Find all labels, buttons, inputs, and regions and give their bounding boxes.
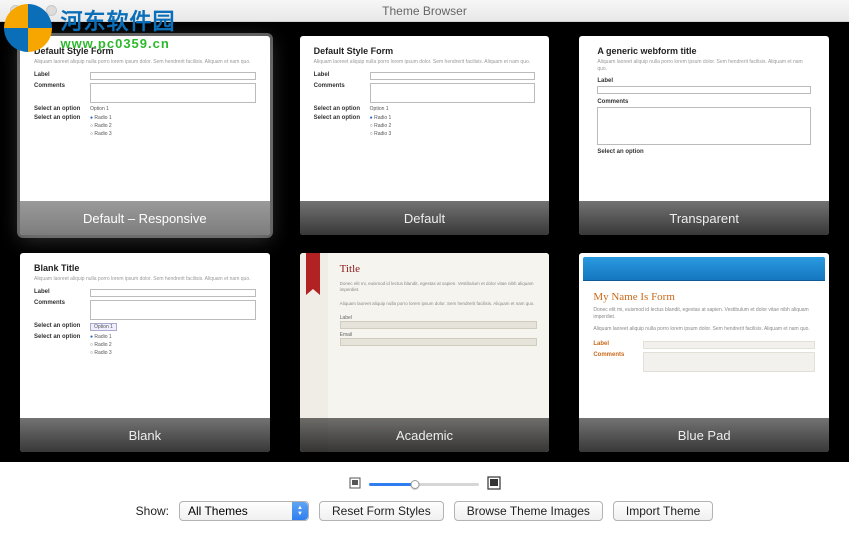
ribbon-icon: [306, 253, 320, 289]
reset-form-styles-button[interactable]: Reset Form Styles: [319, 501, 444, 521]
theme-card-transparent[interactable]: A generic webform title Aliquam laoreet …: [579, 36, 829, 235]
show-label: Show:: [136, 504, 169, 518]
preview-title: Title: [340, 263, 538, 275]
select-arrows-icon: ▲▼: [292, 502, 308, 520]
preview-title: A generic webform title: [597, 46, 811, 56]
filter-value: All Themes: [188, 504, 248, 518]
theme-card-academic[interactable]: Title Donec elit mi, euismod id lectus b…: [300, 253, 550, 452]
theme-card-blank[interactable]: Blank Title Aliquam laoreet aliquip null…: [20, 253, 270, 452]
theme-gallery: Default Style Form Aliquam laoreet aliqu…: [0, 22, 849, 462]
preview-title: My Name Is Form: [593, 291, 815, 303]
preview-lorem: Aliquam laoreet aliquip nulla porro lore…: [597, 59, 811, 72]
theme-label: Blank: [20, 418, 270, 452]
import-theme-button[interactable]: Import Theme: [613, 501, 713, 521]
theme-label: Academic: [300, 418, 550, 452]
preview-header: [583, 257, 825, 281]
preview-title: Default Style Form: [314, 46, 536, 56]
preview-title: Blank Title: [34, 263, 256, 273]
zoom-control: [349, 476, 501, 493]
preview-lorem: Aliquam laoreet aliquip nulla porro lore…: [34, 276, 256, 283]
controls-row: Show: All Themes ▲▼ Reset Form Styles Br…: [136, 501, 714, 521]
zoom-button[interactable]: [46, 5, 57, 16]
preview-title: Default Style Form: [34, 46, 256, 56]
minimize-button[interactable]: [28, 5, 39, 16]
filter-select[interactable]: All Themes ▲▼: [179, 501, 309, 521]
close-button[interactable]: [10, 5, 21, 16]
theme-label: Default – Responsive: [20, 201, 270, 235]
thumbnail-large-icon: [487, 476, 501, 493]
window-controls: [0, 5, 57, 16]
theme-card-blue-pad[interactable]: My Name Is Form Donec elit mi, euismod i…: [579, 253, 829, 452]
theme-card-default[interactable]: Default Style Form Aliquam laoreet aliqu…: [300, 36, 550, 235]
preview-lorem: Aliquam laoreet aliquip nulla porro lore…: [314, 59, 536, 66]
window-title: Theme Browser: [0, 4, 849, 18]
slider-thumb[interactable]: [410, 480, 419, 489]
titlebar: Theme Browser: [0, 0, 849, 22]
theme-label: Blue Pad: [579, 418, 829, 452]
preview-lorem: Aliquam laoreet aliquip nulla porro lore…: [34, 59, 256, 66]
browse-theme-images-button[interactable]: Browse Theme Images: [454, 501, 603, 521]
theme-card-default-responsive[interactable]: Default Style Form Aliquam laoreet aliqu…: [20, 36, 270, 235]
bottom-toolbar: Show: All Themes ▲▼ Reset Form Styles Br…: [0, 462, 849, 534]
thumbnail-small-icon: [349, 477, 361, 492]
theme-label: Transparent: [579, 201, 829, 235]
theme-label: Default: [300, 201, 550, 235]
zoom-slider[interactable]: [369, 478, 479, 490]
